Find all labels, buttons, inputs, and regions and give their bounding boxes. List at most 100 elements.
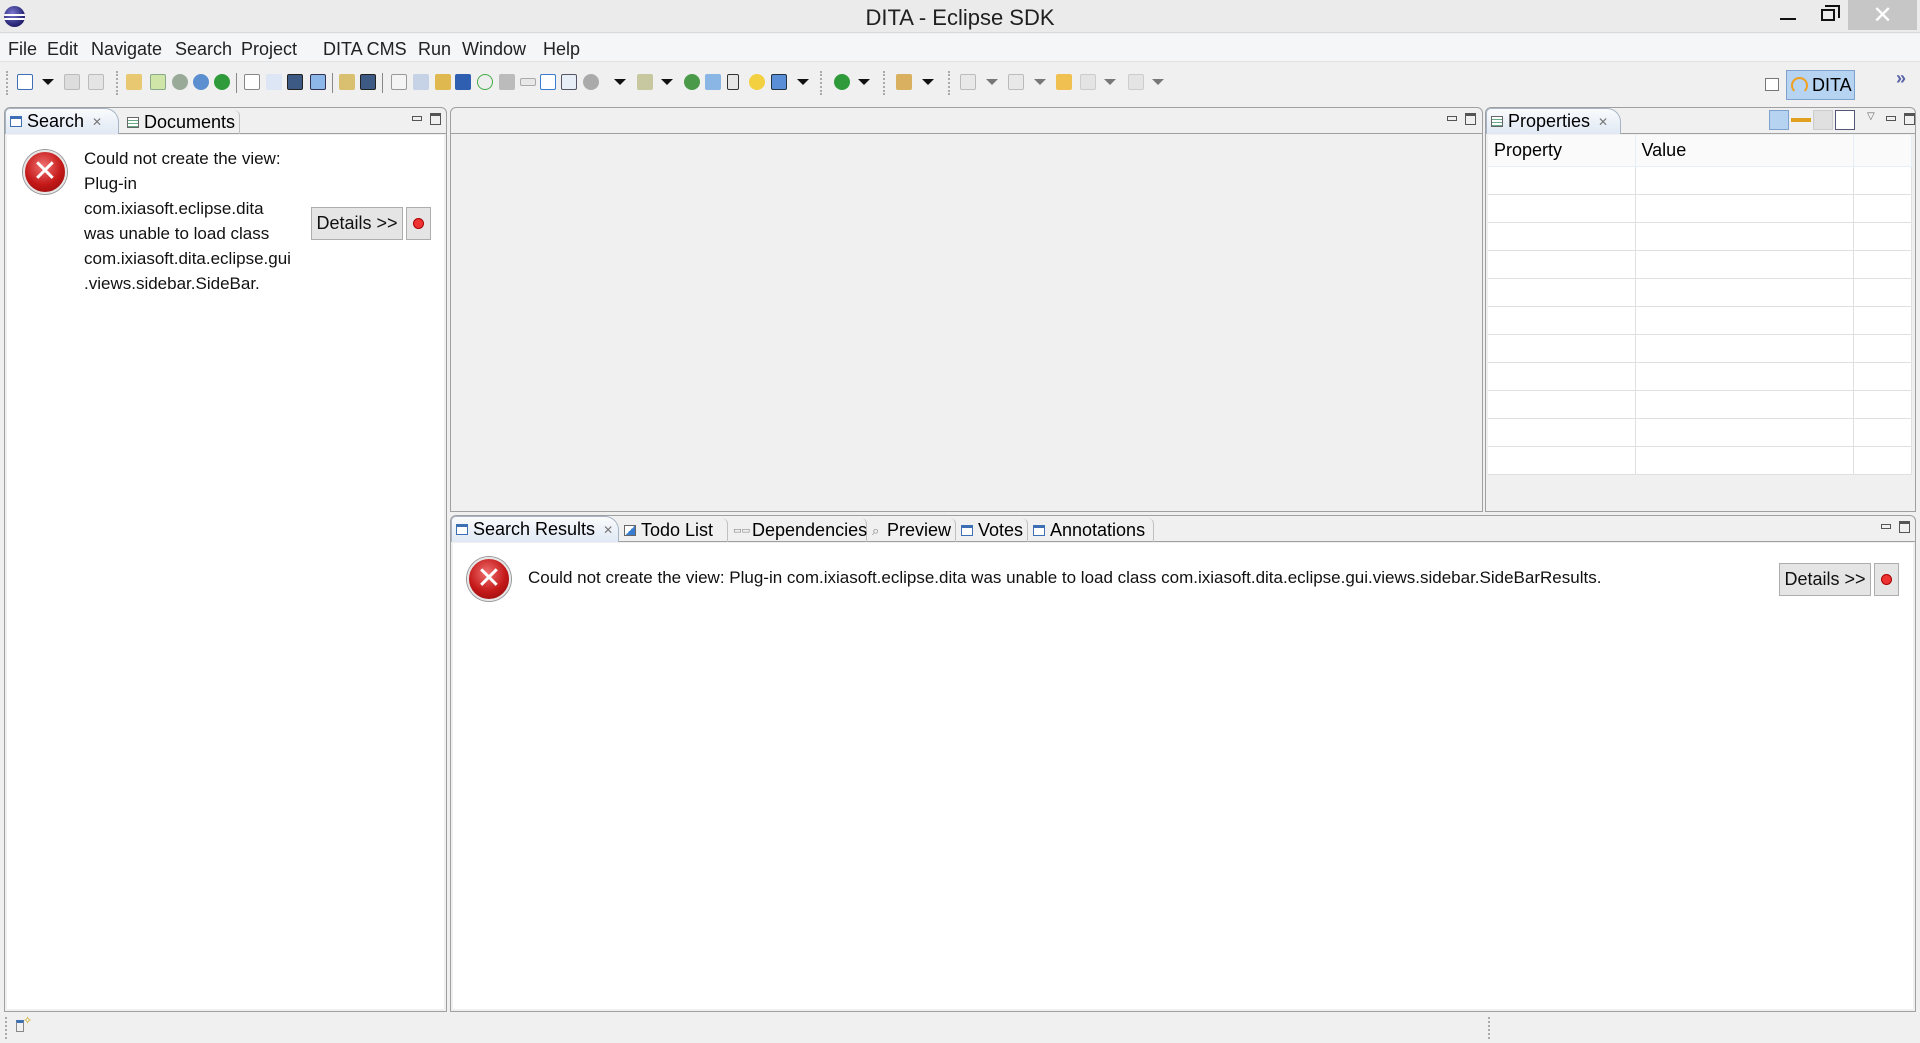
details-button[interactable]: Details >> — [1779, 563, 1871, 596]
menu-dita-cms[interactable]: DITA CMS — [323, 39, 407, 60]
table-row[interactable] — [1488, 334, 1912, 363]
tab-preview[interactable]: ⌕ Preview — [868, 518, 956, 542]
close-button[interactable]: ✕ — [1848, 0, 1917, 30]
prev-annotation-dropdown-icon[interactable] — [1034, 79, 1046, 85]
status-grip[interactable] — [1488, 1017, 1490, 1039]
view-menu-icon[interactable]: ▽ — [1867, 111, 1875, 122]
export-icon[interactable] — [150, 74, 166, 90]
tab-annotations[interactable]: Annotations — [1029, 518, 1154, 542]
next-annotation-dropdown-icon[interactable] — [986, 79, 998, 85]
merge-icon[interactable] — [684, 74, 700, 90]
menu-navigate[interactable]: Navigate — [91, 39, 162, 60]
table-row[interactable] — [1488, 446, 1912, 475]
show-advanced-icon[interactable] — [1791, 110, 1811, 130]
close-tab-icon[interactable]: ✕ — [1598, 115, 1608, 129]
edit-dropdown-icon[interactable] — [797, 79, 809, 85]
pin-icon[interactable] — [1835, 110, 1855, 130]
tab-search-results[interactable]: Search Results ✕ — [451, 516, 619, 542]
table-row[interactable] — [1488, 418, 1912, 447]
table-row[interactable] — [1488, 306, 1912, 335]
favorite-icon[interactable] — [749, 74, 765, 90]
restore-button[interactable] — [1805, 0, 1851, 30]
toolbar-grip[interactable] — [948, 71, 950, 95]
link-icon[interactable] — [583, 74, 599, 90]
run-icon[interactable] — [834, 74, 850, 90]
menu-project[interactable]: Project — [241, 39, 297, 60]
table-row[interactable] — [1488, 278, 1912, 307]
todo-icon[interactable] — [540, 74, 556, 90]
menu-search[interactable]: Search — [175, 39, 232, 60]
search-doc-icon[interactable] — [391, 74, 407, 90]
minimize-view-icon[interactable] — [1886, 116, 1896, 121]
perspective-dita-button[interactable]: DITA — [1786, 70, 1855, 100]
dictionary-icon[interactable] — [339, 74, 355, 90]
maximize-view-icon[interactable] — [1904, 113, 1915, 125]
toolbar-grip[interactable] — [116, 71, 118, 95]
annotate-dropdown-icon[interactable] — [922, 79, 934, 85]
last-edit-icon[interactable] — [1056, 74, 1072, 90]
maximize-view-icon[interactable] — [1465, 113, 1476, 125]
tab-todo-list[interactable]: Todo List — [620, 518, 728, 542]
restore-default-icon[interactable] — [1813, 110, 1833, 130]
hourglass-icon[interactable] — [727, 74, 739, 90]
tab-properties[interactable]: Properties ✕ — [1486, 108, 1621, 134]
menu-file[interactable]: File — [8, 39, 37, 60]
table-row[interactable] — [1488, 194, 1912, 223]
forward-icon[interactable] — [1128, 74, 1144, 90]
document-icon[interactable] — [499, 74, 515, 90]
toolbar-grip[interactable] — [6, 71, 8, 95]
table-row[interactable] — [1488, 362, 1912, 391]
perspective-overflow-icon[interactable]: » — [1896, 68, 1906, 89]
open-perspective-icon[interactable] — [1765, 78, 1779, 91]
print-icon[interactable] — [88, 74, 104, 90]
spell-check-icon[interactable] — [126, 74, 142, 90]
status-icon[interactable] — [214, 74, 230, 90]
tree-icon[interactable] — [413, 74, 429, 90]
back-icon[interactable] — [1080, 74, 1096, 90]
table-icon[interactable] — [561, 74, 577, 90]
new-topic-icon[interactable] — [244, 74, 260, 90]
new-dropdown-icon[interactable] — [42, 79, 54, 85]
maximize-view-icon[interactable] — [1899, 521, 1910, 533]
open-error-log-button[interactable] — [1874, 563, 1899, 596]
tab-votes[interactable]: Votes — [957, 518, 1028, 542]
status-grip[interactable] — [5, 1017, 7, 1039]
toolbar-grip[interactable] — [883, 71, 885, 95]
filter-dropdown-icon[interactable] — [661, 79, 673, 85]
minimize-view-icon[interactable] — [1447, 116, 1457, 121]
fast-view-add-icon[interactable]: ✧ — [23, 1014, 32, 1027]
tab-documents[interactable]: Documents — [123, 110, 240, 134]
table-row[interactable] — [1488, 250, 1912, 279]
close-tab-icon[interactable]: ✕ — [92, 115, 102, 129]
web-icon[interactable] — [193, 74, 209, 90]
new-wizard-icon[interactable] — [17, 74, 33, 90]
save-icon[interactable] — [64, 74, 80, 90]
show-categories-icon[interactable] — [1769, 110, 1789, 130]
build-icon[interactable] — [172, 74, 188, 90]
menu-run[interactable]: Run — [418, 39, 451, 60]
prev-annotation-icon[interactable] — [1008, 74, 1024, 90]
tab-search[interactable]: Search ✕ — [5, 108, 119, 134]
run-dropdown-icon[interactable] — [858, 79, 870, 85]
eraser-icon[interactable] — [705, 74, 721, 90]
tab-dependencies[interactable]: ▭▭ Dependencies — [729, 518, 867, 542]
workflow-icon[interactable] — [455, 74, 471, 90]
toolbar-grip[interactable] — [820, 71, 822, 95]
menu-help[interactable]: Help — [543, 39, 580, 60]
dependencies-icon[interactable] — [520, 78, 536, 86]
new-folder-icon[interactable] — [310, 74, 326, 90]
details-button[interactable]: Details >> — [311, 207, 403, 240]
annotate-icon[interactable] — [896, 74, 912, 90]
filter-icon[interactable] — [637, 74, 653, 90]
table-row[interactable] — [1488, 390, 1912, 419]
open-error-log-button[interactable] — [406, 207, 431, 240]
menu-edit[interactable]: Edit — [47, 39, 78, 60]
minimize-view-icon[interactable] — [412, 116, 422, 121]
edit-icon[interactable] — [771, 74, 787, 90]
close-tab-icon[interactable]: ✕ — [603, 523, 613, 537]
back-dropdown-icon[interactable] — [1104, 79, 1116, 85]
forward-dropdown-icon[interactable] — [1152, 79, 1164, 85]
new-map-icon[interactable] — [266, 74, 282, 90]
minimize-view-icon[interactable] — [1881, 524, 1891, 529]
link-dropdown-icon[interactable] — [614, 79, 626, 85]
